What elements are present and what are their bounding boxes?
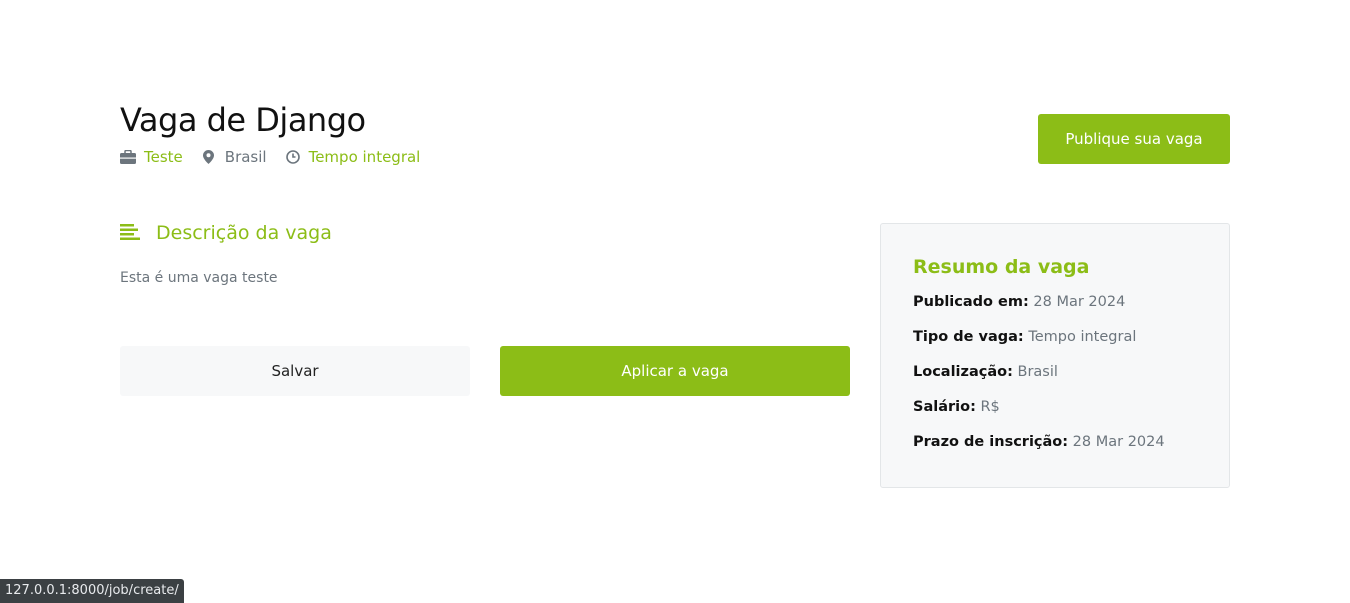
job-type[interactable]: Tempo integral <box>285 148 421 166</box>
summary-value: Tempo integral <box>1028 329 1137 345</box>
publish-job-button[interactable]: Publique sua vaga <box>1038 114 1230 164</box>
apply-button[interactable]: Aplicar a vaga <box>500 346 850 396</box>
description-text: Esta é uma vaga teste <box>120 270 278 286</box>
clock-icon <box>285 149 301 165</box>
job-meta: Teste Brasil Tempo integral <box>120 148 438 166</box>
summary-label: Publicado em: <box>913 294 1029 310</box>
summary-title: Resumo da vaga <box>913 256 1090 278</box>
summary-row-deadline: Prazo de inscrição: 28 Mar 2024 <box>913 432 1197 452</box>
browser-status-url: 127.0.0.1:8000/job/create/ <box>0 579 184 603</box>
job-header: Vaga de Django Teste Brasil Tempo integr… <box>120 100 438 166</box>
job-company-label[interactable]: Teste <box>144 148 183 166</box>
summary-value: 28 Mar 2024 <box>1033 294 1126 310</box>
summary-row-published: Publicado em: 28 Mar 2024 <box>913 292 1197 312</box>
align-left-icon <box>120 224 142 242</box>
job-location: Brasil <box>201 148 267 166</box>
summary-label: Prazo de inscrição: <box>913 434 1069 450</box>
page-title: Vaga de Django <box>120 101 366 139</box>
summary-label: Tipo de vaga: <box>913 329 1024 345</box>
summary-row-salary: Salário: R$ <box>913 397 1197 417</box>
description-section: Descrição da vaga Esta é uma vaga teste <box>120 222 850 286</box>
summary-row-location: Localização: Brasil <box>913 362 1197 382</box>
briefcase-icon <box>120 149 136 165</box>
map-marker-icon <box>201 149 217 165</box>
job-type-label[interactable]: Tempo integral <box>309 148 421 166</box>
description-heading: Descrição da vaga <box>120 222 850 244</box>
summary-label: Localização: <box>913 364 1013 380</box>
job-summary-card: Resumo da vaga Publicado em: 28 Mar 2024… <box>880 223 1230 488</box>
summary-value: 28 Mar 2024 <box>1072 434 1165 450</box>
job-location-label: Brasil <box>224 148 267 166</box>
save-button[interactable]: Salvar <box>120 346 470 396</box>
summary-label: Salário: <box>913 399 976 415</box>
summary-value: Brasil <box>1017 364 1058 380</box>
summary-value: R$ <box>980 399 1000 415</box>
summary-row-type: Tipo de vaga: Tempo integral <box>913 327 1197 347</box>
job-actions: Salvar Aplicar a vaga <box>120 346 850 396</box>
description-heading-label: Descrição da vaga <box>156 222 332 244</box>
job-company[interactable]: Teste <box>120 148 183 166</box>
